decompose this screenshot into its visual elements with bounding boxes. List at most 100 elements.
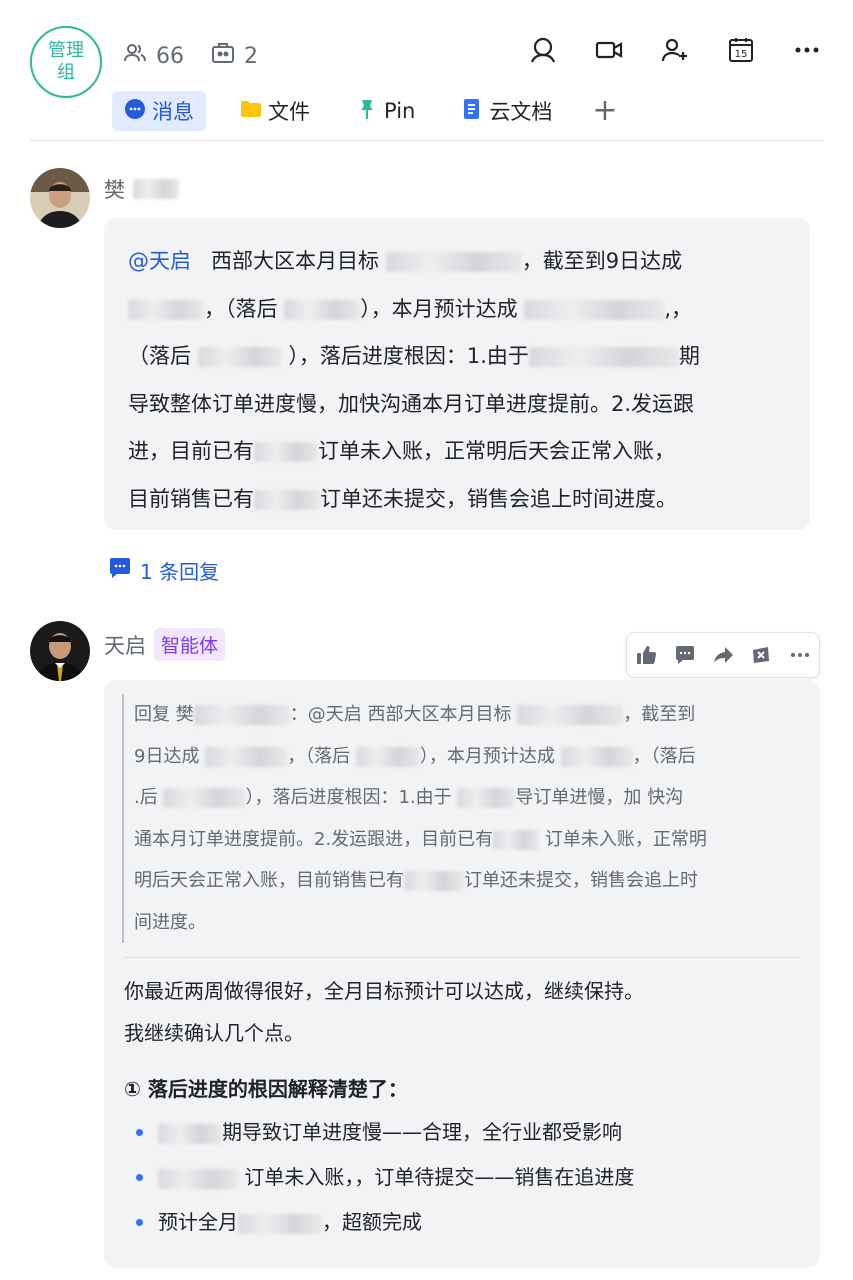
reaction-icon[interactable] [746,640,776,670]
redacted-text [128,299,204,320]
tab-label: 云文档 [489,100,553,124]
message-line: 导致整体订单进度慢，加快沟通本月订单进度提前。2.发运跟 [128,381,786,429]
group-avatar-text: 管理组 [48,40,84,83]
add-tab-button[interactable]: + [586,91,623,131]
sender-name: 樊 [104,174,179,204]
quote-text: ），本月预计达成 [419,745,555,767]
thumbs-up-icon[interactable] [631,640,661,670]
quote-text: 9日达成 [134,745,200,767]
paragraph: 我继续确认几个点。 [124,1021,304,1045]
group-avatar[interactable]: 管理组 [30,26,102,98]
bot-count[interactable]: 2 [210,40,258,72]
pin-icon [356,98,378,125]
redacted-text [133,179,179,199]
list-item: 预计全月 ，超额完成 [124,1200,800,1245]
chat-tabs: 消息 文件 Pin 云文档 + [112,91,624,131]
redacted-text [457,788,516,808]
quote-text: .后 [134,787,158,808]
message-text: ，（落后 [204,296,278,321]
redacted-text [158,1123,222,1144]
header-divider [30,140,823,141]
tab-messages[interactable]: 消息 [112,91,206,131]
redacted-text [528,347,679,367]
tab-pin[interactable]: Pin [344,91,427,131]
mention[interactable]: @天启 [128,249,191,273]
section-heading: ① 落后进度的根因解释清楚了： [124,1077,408,1101]
quoted-reply: 回复 樊 ：@天启 西部大区本月目标 ，截至到 9日达成 ，（落后 ），本月预计达… [122,694,800,943]
message-icon [124,98,146,125]
add-member-icon[interactable] [659,34,691,66]
quote-text: ，截至到 [623,704,696,725]
sender-name-text: 天启 [104,633,146,658]
redacted-text [205,746,288,767]
redacted-text [254,489,320,510]
quote-text: ，（落后 [632,745,696,767]
redacted-text [284,299,361,320]
message-text: 订单还未提交，销售会追上时间进度。 [320,486,677,511]
bot-icon [210,40,236,72]
message-text: ，截至到9日达成 [521,249,683,273]
message-text: 订单未入账，正常明后天会正常入账， [318,439,675,463]
svg-text:15: 15 [735,49,748,60]
message-text: 进，目前已有 [128,439,254,463]
member-count[interactable]: 66 [122,40,184,72]
message-text: 目前销售已有 [128,486,254,511]
message-text: 导致整体订单进度慢，加快沟通本月订单进度提前。2.发运跟 [128,391,695,416]
list-item: 期导致订单进度慢——合理，全行业都受影响 [124,1110,800,1155]
member-count-value: 66 [156,43,184,69]
redacted-text [197,347,282,367]
list-item-text: 订单未入账，，订单待提交——销售在追进度 [244,1165,635,1189]
thread-reply-link[interactable]: 1 条回复 [108,556,219,585]
members-icon [122,40,148,72]
quote-text: 订单还未提交，销售会追上时 [464,870,698,891]
doc-icon [461,98,483,125]
quote-line: 回复 樊 ：@天启 西部大区本月目标 ，截至到 [134,694,800,736]
list-item-text: ，超额完成 [322,1210,422,1234]
list-item: 订单未入账，，订单待提交——销售在追进度 [124,1155,800,1200]
avatar[interactable] [30,621,90,681]
tab-docs[interactable]: 云文档 [449,91,564,131]
tab-label: 文件 [268,100,310,124]
more-icon[interactable] [785,640,815,670]
quote-text: ：@天启 西部大区本月目标 [289,704,512,725]
redacted-text [355,746,420,767]
redacted-text [254,442,318,462]
redacted-text [385,252,522,272]
message-bubble[interactable]: 回复 樊 ：@天启 西部大区本月目标 ，截至到 9日达成 ，（落后 ），本月预计达… [104,680,820,1268]
quote-text: 明后天会正常入账，目前销售已有 [134,870,404,891]
redacted-text [238,1213,322,1234]
redacted-text [158,1168,238,1189]
tab-label: 消息 [152,100,194,124]
message-text: 期 [678,344,700,368]
header-actions: 15 [527,34,823,66]
more-icon[interactable] [791,34,823,66]
message-line: （落后 ），落后进度根因：1.由于 期 [128,333,786,381]
quote-line: 间进度。 [134,902,800,944]
bot-count-value: 2 [244,43,258,69]
forward-icon[interactable] [708,640,738,670]
quote-line: 通本月订单进度提前。2.发运跟进，目前已有 订单未入账，正常明 [134,819,800,861]
message-bubble[interactable]: @天启 西部大区本月目标 ，截至到9日达成 ，（落后 ），本月预计达成 ,， （… [104,218,810,530]
folder-icon [240,98,262,125]
message-text: 西部大区本月目标 [211,249,380,273]
list-item-text: 预计全月 [158,1210,238,1234]
comment-icon[interactable] [670,640,700,670]
sender-name: 天启 智能体 [104,628,226,661]
message-line: ，（落后 ），本月预计达成 ,， [128,286,786,334]
redacted-text [493,829,540,850]
search-icon[interactable] [527,34,559,66]
redacted-text [517,705,624,725]
reply-icon [108,556,132,585]
quote-divider [124,957,800,958]
redacted-text [524,299,665,320]
avatar[interactable] [30,168,90,228]
video-icon[interactable] [593,34,625,66]
quote-text: ，（落后 [287,745,351,767]
tab-files[interactable]: 文件 [228,91,322,131]
quote-text: 通本月订单进度提前。2.发运跟进，目前已有 [134,828,494,850]
message-line: 目前销售已有 订单还未提交，销售会追上时间进度。 [128,476,786,524]
list-item-text: 期导致订单进度慢——合理，全行业都受影响 [222,1120,622,1144]
calendar-icon[interactable]: 15 [725,34,757,66]
message-text: ），落后进度根因：1.由于 [288,344,529,368]
sender-name-text: 樊 [104,178,125,202]
